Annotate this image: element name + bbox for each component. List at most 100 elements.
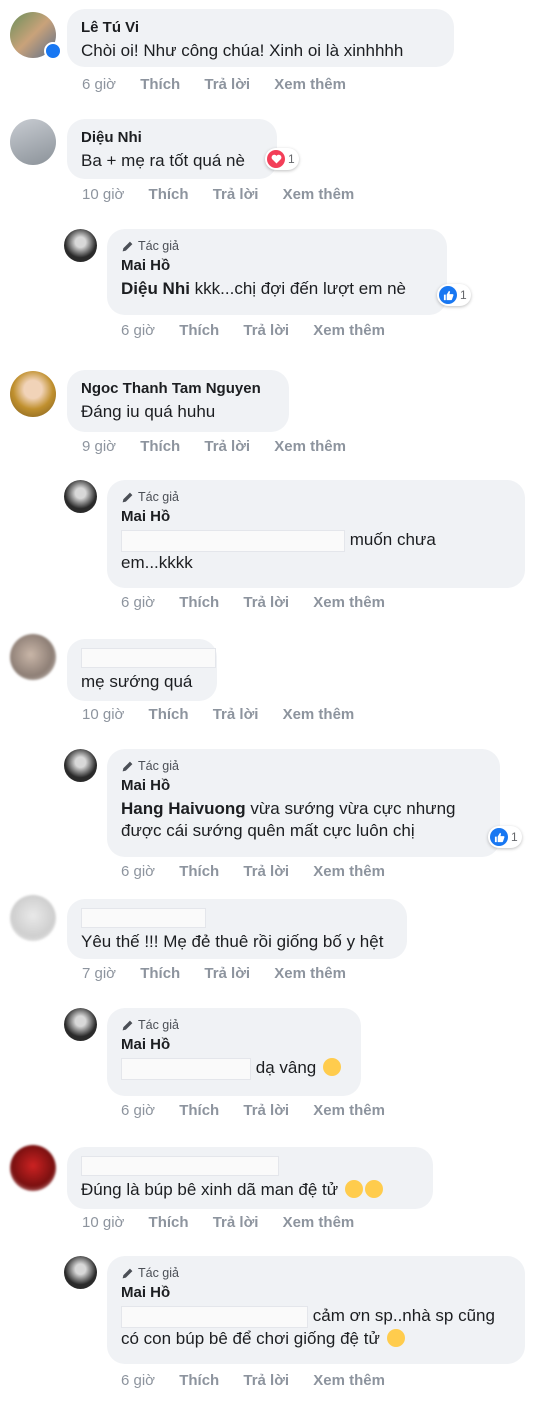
- redacted-name: [121, 1305, 308, 1328]
- avatar[interactable]: [10, 634, 56, 680]
- commenter-name[interactable]: Mai Hồ: [121, 776, 486, 795]
- author-badge: Tác giả: [121, 1017, 347, 1033]
- reply-button[interactable]: Trả lời: [243, 863, 289, 880]
- reaction-count[interactable]: 1: [265, 148, 299, 170]
- see-more-button[interactable]: Xem thêm: [283, 186, 355, 203]
- timestamp[interactable]: 10 giờ: [82, 1214, 124, 1231]
- reply-bubble: Tác giả Mai Hồ dạ vâng: [107, 1008, 361, 1096]
- see-more-button[interactable]: Xem thêm: [283, 1214, 355, 1231]
- reply-bubble: Tác giả Mai Hồ Hang Haivuong vừa sướng v…: [107, 749, 500, 857]
- redacted-name: [81, 908, 206, 928]
- see-more-button[interactable]: Xem thêm: [283, 706, 355, 723]
- comment-text: kkk...chị đợi đến lượt em nè: [189, 279, 406, 298]
- kissing-emoji-icon: [364, 1180, 383, 1198]
- timestamp[interactable]: 6 giờ: [121, 863, 155, 880]
- reaction-count[interactable]: 1: [437, 284, 471, 306]
- reply-button[interactable]: Trả lời: [213, 186, 259, 203]
- timestamp[interactable]: 10 giờ: [82, 186, 124, 203]
- timestamp[interactable]: 9 giờ: [82, 438, 116, 455]
- comment-text: Đáng iu quá huhu: [81, 402, 216, 421]
- timestamp[interactable]: 6 giờ: [121, 594, 155, 611]
- pencil-icon: [122, 761, 133, 771]
- comment-actions: 10 giờ Thích Trả lời Xem thêm: [82, 706, 374, 723]
- heart-icon: [267, 150, 285, 168]
- see-more-button[interactable]: Xem thêm: [313, 863, 385, 880]
- see-more-button[interactable]: Xem thêm: [313, 1102, 385, 1119]
- comment-actions: 10 giờ Thích Trả lời Xem thêm: [82, 1214, 374, 1231]
- comment-text: Chòi oi! Như công chúa! Xinh oi là xinhh…: [81, 41, 404, 60]
- see-more-button[interactable]: Xem thêm: [274, 76, 346, 93]
- reply-button[interactable]: Trả lời: [243, 322, 289, 339]
- comment-text: mẹ sướng quá: [81, 672, 193, 691]
- commenter-name[interactable]: Ngoc Thanh Tam Nguyen: [81, 379, 275, 398]
- comment-text: muốn chưa: [349, 530, 436, 549]
- grimacing-emoji-icon: [386, 1328, 405, 1347]
- mention-link[interactable]: Diệu Nhi: [121, 279, 190, 298]
- commenter-name[interactable]: Diệu Nhi: [81, 128, 263, 147]
- redacted-name: [121, 1057, 251, 1080]
- timestamp[interactable]: 6 giờ: [121, 1372, 155, 1389]
- commenter-name[interactable]: Mai Hồ: [121, 256, 433, 275]
- timestamp[interactable]: 6 giờ: [82, 76, 116, 93]
- reaction-count[interactable]: 1: [488, 826, 522, 848]
- like-button[interactable]: Thích: [179, 1372, 219, 1389]
- commenter-name[interactable]: Mai Hồ: [121, 1283, 511, 1302]
- timestamp[interactable]: 10 giờ: [82, 706, 124, 723]
- avatar[interactable]: [10, 895, 56, 941]
- comment-actions: 6 giờ Thích Trả lời Xem thêm: [121, 1372, 405, 1389]
- author-avatar[interactable]: [64, 1256, 97, 1289]
- redacted-name: [121, 529, 345, 552]
- author-badge: Tác giả: [121, 489, 511, 505]
- see-more-button[interactable]: Xem thêm: [274, 965, 346, 982]
- comment-actions: 6 giờ Thích Trả lời Xem thêm: [82, 76, 366, 93]
- reply-button[interactable]: Trả lời: [243, 1102, 289, 1119]
- reply-button[interactable]: Trả lời: [243, 594, 289, 611]
- reply-bubble: Tác giả Mai Hồ muốn chưa em...kkkk: [107, 480, 525, 588]
- reply-button[interactable]: Trả lời: [204, 76, 250, 93]
- reply-button[interactable]: Trả lời: [213, 1214, 259, 1231]
- author-avatar[interactable]: [64, 1008, 97, 1041]
- timestamp[interactable]: 7 giờ: [82, 965, 116, 982]
- like-button[interactable]: Thích: [179, 594, 219, 611]
- mention-link[interactable]: Hang Haivuong: [121, 799, 246, 818]
- timestamp[interactable]: 6 giờ: [121, 1102, 155, 1119]
- pencil-icon: [122, 1268, 133, 1278]
- like-button[interactable]: Thích: [179, 322, 219, 339]
- see-more-button[interactable]: Xem thêm: [313, 322, 385, 339]
- like-button[interactable]: Thích: [140, 438, 180, 455]
- like-button[interactable]: Thích: [140, 965, 180, 982]
- comment-actions: 9 giờ Thích Trả lời Xem thêm: [82, 438, 366, 455]
- reply-button[interactable]: Trả lời: [243, 1372, 289, 1389]
- comment-text-line2: em...kkkk: [121, 552, 193, 572]
- see-more-button[interactable]: Xem thêm: [313, 1372, 385, 1389]
- see-more-button[interactable]: Xem thêm: [313, 594, 385, 611]
- reply-button[interactable]: Trả lời: [204, 438, 250, 455]
- like-icon: [490, 828, 508, 846]
- like-button[interactable]: Thích: [149, 1214, 189, 1231]
- author-badge: Tác giả: [121, 758, 486, 774]
- timestamp[interactable]: 6 giờ: [121, 322, 155, 339]
- author-avatar[interactable]: [64, 480, 97, 513]
- reply-bubble: Tác giả Mai Hồ Diệu Nhi kkk...chị đợi đế…: [107, 229, 447, 315]
- like-button[interactable]: Thích: [149, 706, 189, 723]
- comment-actions: 6 giờ Thích Trả lời Xem thêm: [121, 322, 405, 339]
- like-button[interactable]: Thích: [149, 186, 189, 203]
- commenter-name[interactable]: Lê Tú Vi: [81, 18, 440, 37]
- commenter-name[interactable]: Mai Hồ: [121, 507, 511, 526]
- like-button[interactable]: Thích: [179, 1102, 219, 1119]
- author-badge: Tác giả: [121, 238, 433, 254]
- author-avatar[interactable]: [64, 749, 97, 782]
- avatar[interactable]: [10, 1145, 56, 1191]
- reply-button[interactable]: Trả lời: [213, 706, 259, 723]
- author-badge: Tác giả: [121, 1265, 511, 1281]
- avatar[interactable]: [10, 119, 56, 165]
- pencil-icon: [122, 492, 133, 502]
- see-more-button[interactable]: Xem thêm: [274, 438, 346, 455]
- reply-button[interactable]: Trả lời: [204, 965, 250, 982]
- like-button[interactable]: Thích: [179, 863, 219, 880]
- avatar[interactable]: [10, 371, 56, 417]
- like-button[interactable]: Thích: [140, 76, 180, 93]
- author-avatar[interactable]: [64, 229, 97, 262]
- comment-actions: 10 giờ Thích Trả lời Xem thêm: [82, 186, 374, 203]
- commenter-name[interactable]: Mai Hồ: [121, 1035, 347, 1054]
